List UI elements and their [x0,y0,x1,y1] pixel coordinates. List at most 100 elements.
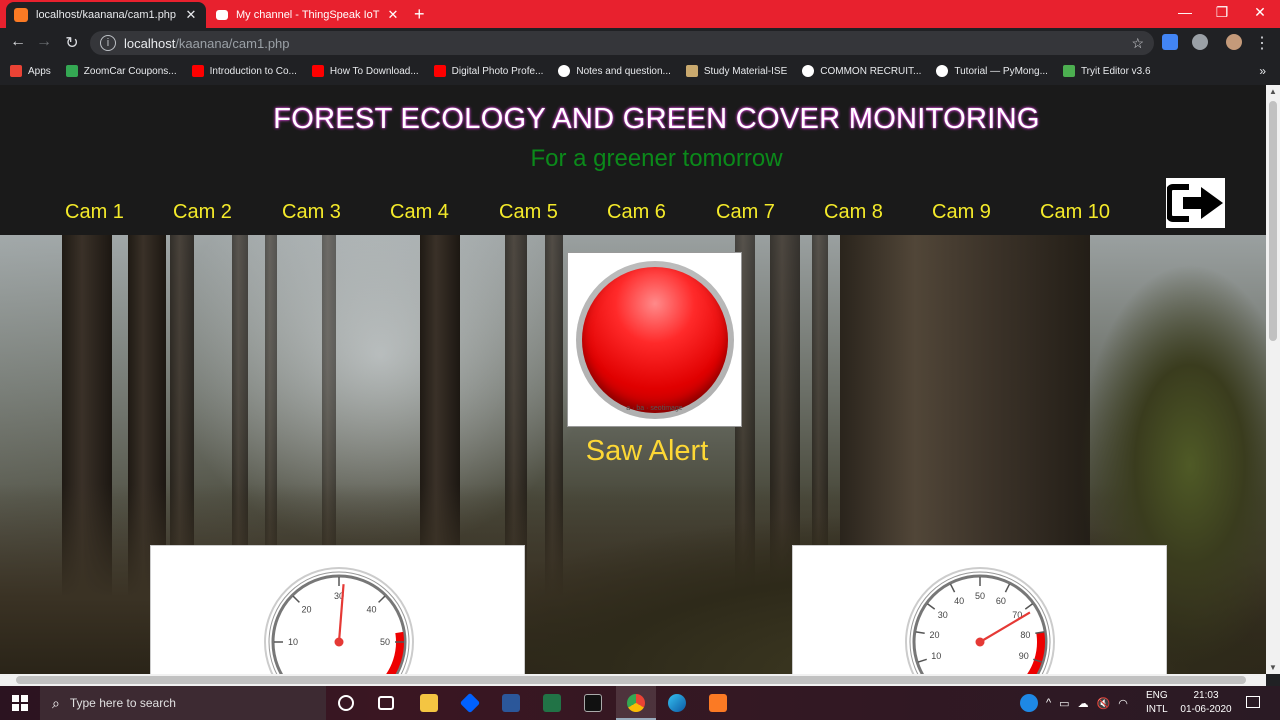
tab-title: localhost/kaanana/cam1.php [36,9,177,21]
maximize-icon[interactable]: ❐ [1207,4,1237,21]
dropbox-icon[interactable] [459,692,481,714]
nav-cam-8[interactable]: Cam 8 [824,201,883,224]
bookmark-item[interactable]: Notes and question... [558,65,671,77]
url-path: /kaanana/cam1.php [175,35,290,51]
download-extension-icon[interactable] [1162,34,1178,50]
bookmark-item[interactable]: Tryit Editor v3.6 [1062,65,1151,77]
youtube-icon [433,65,446,77]
reload-icon[interactable]: ↻ [62,33,82,53]
extension-icon[interactable] [1192,34,1208,50]
excel-icon[interactable] [543,694,561,712]
bookmark-label: Notes and question... [576,65,671,77]
speed-gauge-2: 102030405060708090 [905,567,1055,674]
battery-icon[interactable]: ▭ [1059,697,1069,710]
close-window-icon[interactable]: ✕ [1245,4,1275,21]
system-tray: ^ ▭ ☁ 🔇 ◠ [1020,686,1128,720]
youtube-icon [191,65,204,77]
horizontal-scrollbar[interactable] [0,674,1266,686]
nav-cam-2[interactable]: Cam 2 [173,201,232,224]
word-icon[interactable] [502,694,520,712]
notifications-icon[interactable] [1246,696,1260,708]
nav-cam-4[interactable]: Cam 4 [390,201,449,224]
cortana-icon[interactable] [338,695,354,711]
help-icon[interactable] [1020,694,1038,712]
gauge-tick-label: 20 [301,604,311,614]
g-icon [65,65,78,77]
horizontal-scroll-thumb[interactable] [16,676,1246,684]
wifi-icon[interactable]: ◠ [1118,697,1128,710]
gauge-tick-label: 50 [380,637,390,647]
gauge-tick-label: 30 [938,610,948,620]
cloud-icon[interactable]: ☁ [1078,697,1089,710]
alert-label: Saw Alert [585,435,709,467]
windows-taskbar: ⌕ Type here to search ^ ▭ ☁ 🔇 ◠ ENG INTL… [0,686,1280,720]
nav-cam-3[interactable]: Cam 3 [282,201,341,224]
globe-icon [936,65,949,77]
gauge-tick-label: 90 [1019,651,1029,661]
bookmark-item[interactable]: Tutorial — PyMong... [936,65,1048,77]
nav-cam-6[interactable]: Cam 6 [607,201,666,224]
language-indicator[interactable]: ENG INTL [1146,689,1168,717]
nav-cam-9[interactable]: Cam 9 [932,201,991,224]
minimize-icon[interactable]: — [1170,4,1200,20]
clock-time: 21:03 [1193,690,1219,701]
bookmark-label: Apps [28,65,51,77]
lang-code: ENG [1146,690,1168,701]
thingspeak-favicon-icon [216,10,228,20]
xampp-favicon-icon [14,8,28,22]
speed-gauge-1: 1020304050 [264,567,414,674]
address-bar[interactable]: i localhost/kaanana/cam1.php ☆ [90,31,1154,55]
taskbar-search-input[interactable]: ⌕ Type here to search [40,686,326,720]
bookmark-label: Study Material-ISE [703,65,788,77]
image-watermark: a · ba · seotimage [626,405,683,412]
volume-muted-icon[interactable]: 🔇 [1097,697,1111,710]
back-icon[interactable]: ← [8,33,28,51]
browser-tab-strip: localhost/kaanana/cam1.php ✕ My channel … [0,0,1280,28]
bookmark-item[interactable]: Digital Photo Profe... [433,65,543,77]
close-tab-icon[interactable]: ✕ [386,7,400,23]
search-icon: ⌕ [52,694,60,711]
bookmarks-overflow-icon[interactable]: » [1259,64,1266,78]
file-explorer-icon[interactable] [420,694,438,712]
profile-avatar[interactable] [1226,34,1242,50]
logout-button[interactable] [1166,178,1225,228]
bookmark-label: ZoomCar Coupons... [83,65,177,77]
vertical-scroll-thumb[interactable] [1269,101,1277,341]
menu-kebab-icon[interactable]: ⋮ [1252,33,1272,53]
page-viewport: FOREST ECOLOGY AND GREEN COVER MONITORIN… [0,85,1266,674]
chrome-icon [627,694,645,712]
gauge-tick-label: 20 [930,630,940,640]
taskbar-clock[interactable]: 21:03 01-06-2020 [1176,689,1236,717]
new-tab-icon[interactable]: + [414,4,425,24]
bookmark-item[interactable]: COMMON RECRUIT... [802,65,921,77]
bookmarks-bar: Apps ZoomCar Coupons... Introduction to Co… [0,58,1280,84]
bookmark-star-icon[interactable]: ☆ [1131,35,1144,52]
nav-cam-7[interactable]: Cam 7 [716,201,775,224]
bookmark-item[interactable]: How To Download... [311,65,419,77]
bookmark-label: Introduction to Co... [209,65,297,77]
terminal-icon[interactable] [584,694,602,712]
nav-cam-5[interactable]: Cam 5 [499,201,558,224]
bookmark-item[interactable]: Study Material-ISE [685,65,788,77]
edge-icon[interactable] [668,694,686,712]
study-icon [685,65,698,77]
tray-chevron-icon[interactable]: ^ [1046,697,1051,709]
tab-thingspeak[interactable]: My channel - ThingSpeak IoT ✕ [208,2,408,28]
tab-localhost[interactable]: localhost/kaanana/cam1.php ✕ [6,2,206,28]
saw-alert-indicator: a · ba · seotimage [567,252,742,427]
site-info-icon[interactable]: i [100,35,116,51]
forward-icon[interactable]: → [34,33,54,51]
gauge-hub [334,637,344,647]
vertical-scrollbar[interactable]: ▲ ▼ [1266,85,1280,674]
gauge-tick-label: 10 [931,651,941,661]
nav-cam-10[interactable]: Cam 10 [1040,201,1110,224]
bookmark-item[interactable]: Apps [10,65,51,77]
xampp-icon[interactable] [709,694,727,712]
nav-cam-1[interactable]: Cam 1 [65,201,124,224]
task-view-icon[interactable] [378,696,394,710]
windows-start-icon[interactable] [0,686,40,720]
close-tab-icon[interactable]: ✕ [184,7,198,23]
bookmark-item[interactable]: Introduction to Co... [191,65,297,77]
bookmark-item[interactable]: ZoomCar Coupons... [65,65,177,77]
bookmark-label: COMMON RECRUIT... [820,65,922,77]
